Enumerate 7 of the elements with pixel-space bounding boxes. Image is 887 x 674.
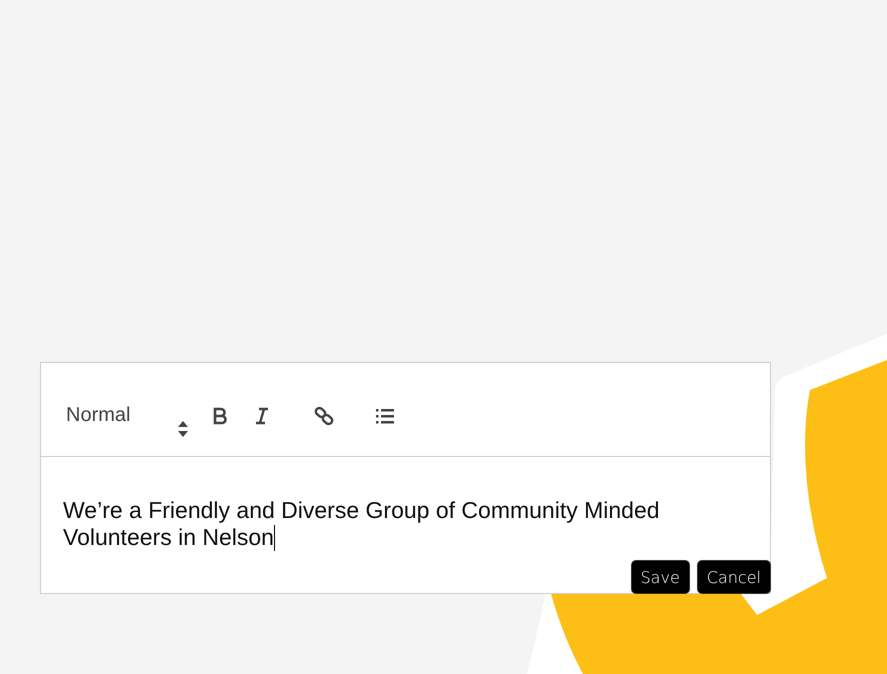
sort-arrows-icon bbox=[178, 421, 188, 437]
link-button[interactable] bbox=[314, 406, 334, 426]
action-button[interactable]: Cancel bbox=[696, 560, 771, 594]
text-editor-content[interactable]: We’re a Friendly and Diverse Group of Community Minded Volunteers in Nelson bbox=[63, 497, 703, 551]
format-select[interactable]: Normal bbox=[66, 403, 188, 437]
list-button[interactable] bbox=[375, 406, 395, 426]
action-button[interactable]: Save bbox=[630, 560, 690, 594]
